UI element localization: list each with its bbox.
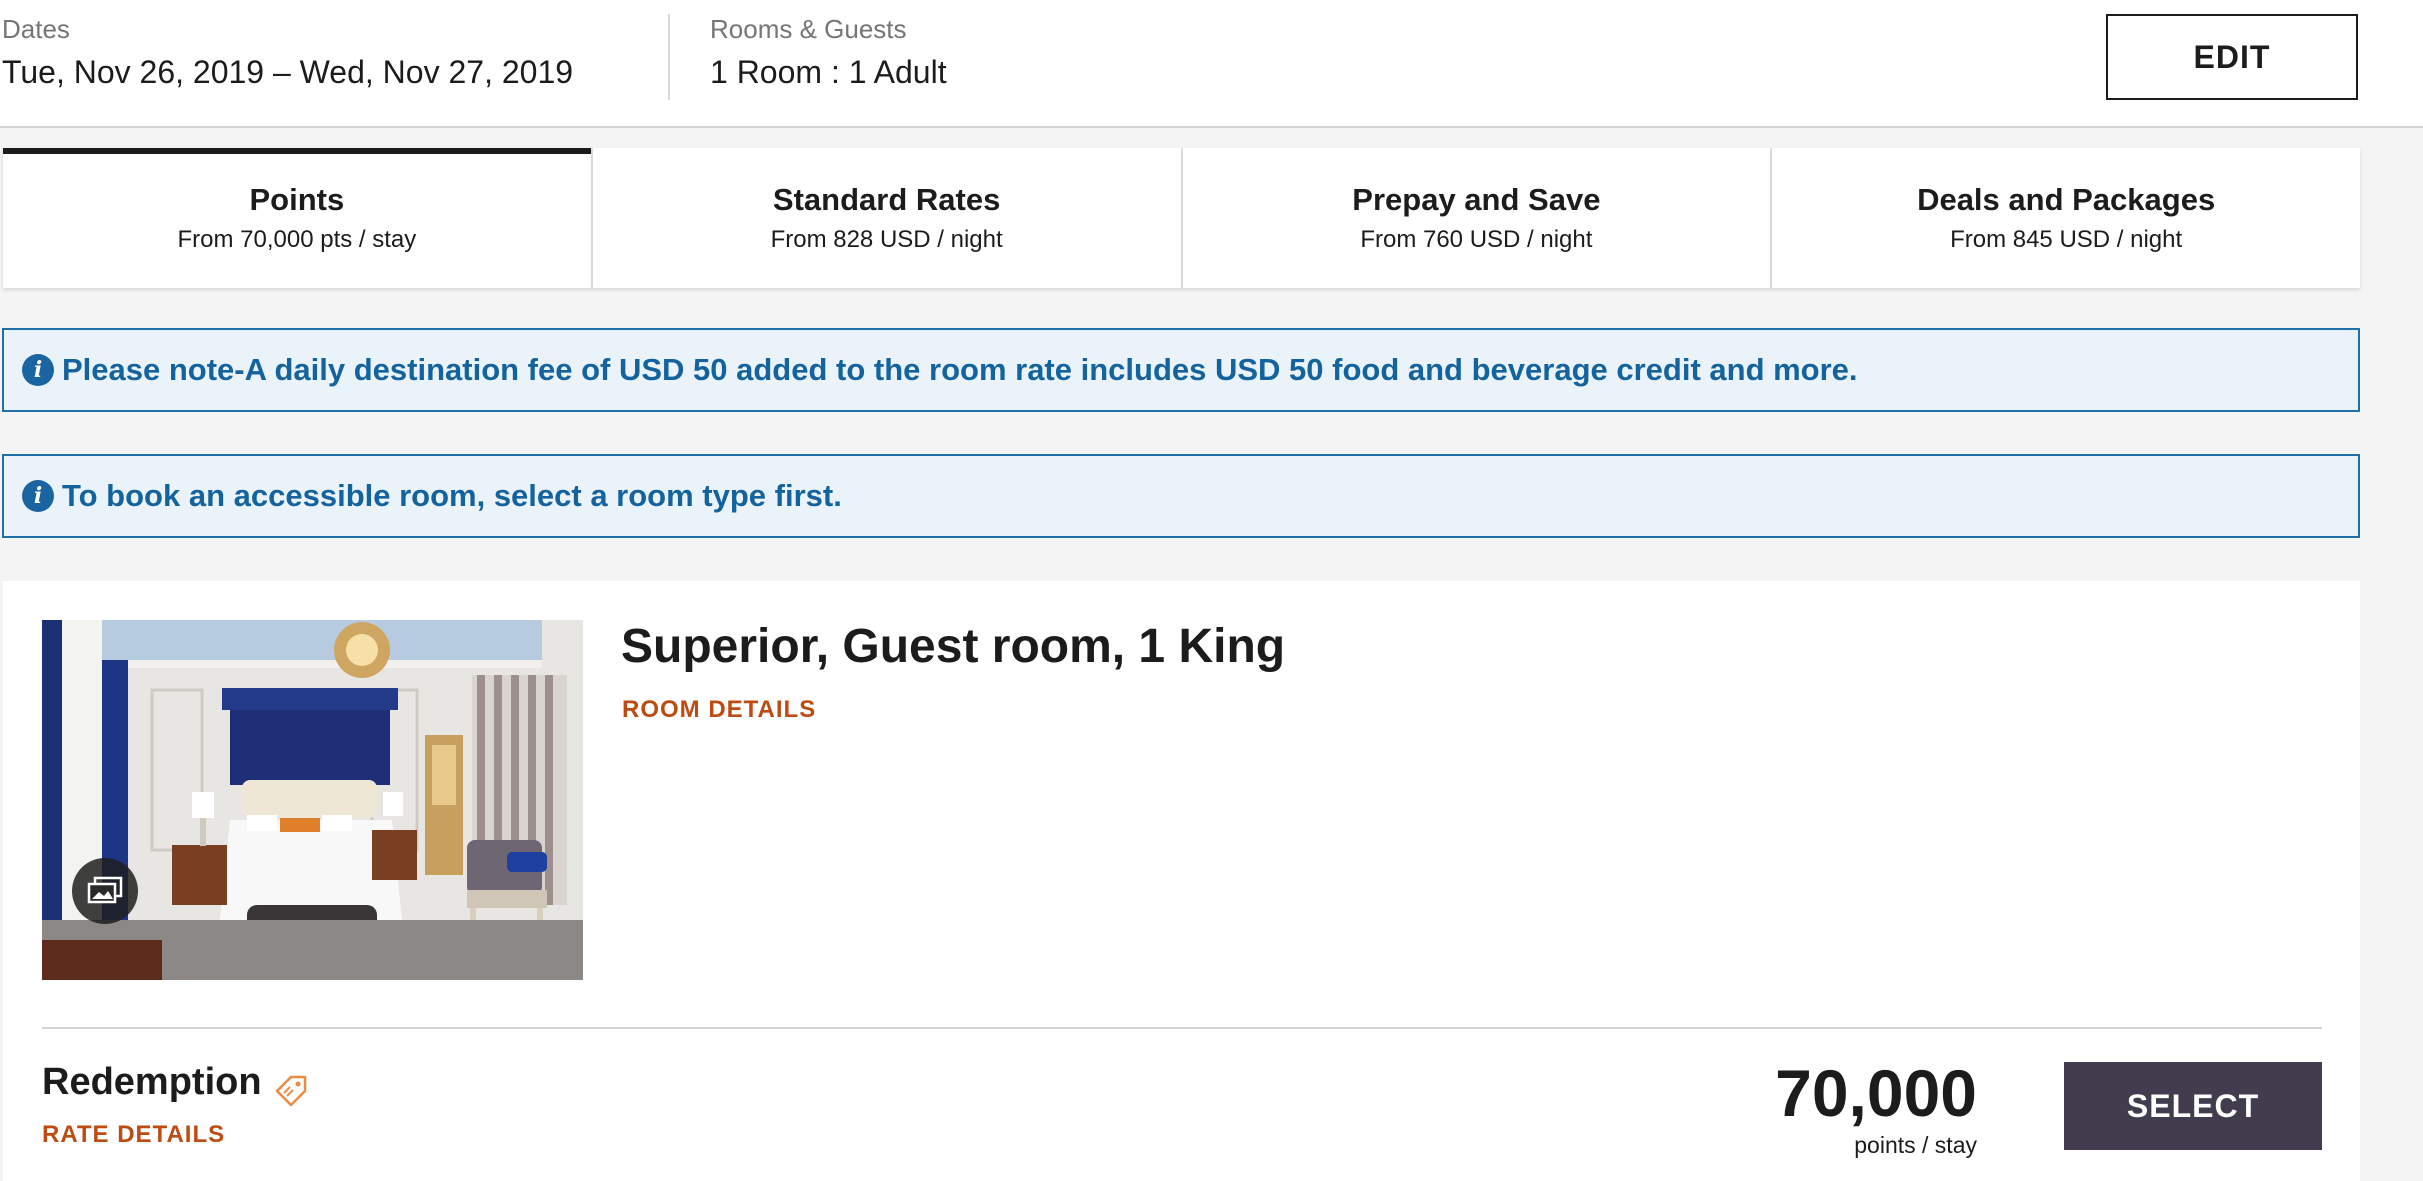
rate-tabs: Points From 70,000 pts / stay Standard R… xyxy=(3,148,2360,288)
tab-points[interactable]: Points From 70,000 pts / stay xyxy=(3,148,593,288)
search-summary-header: Dates Tue, Nov 26, 2019 – Wed, Nov 27, 2… xyxy=(0,0,2423,128)
info-icon: i xyxy=(22,354,54,386)
tab-subtitle: From 760 USD / night xyxy=(1360,226,1593,253)
info-icon: i xyxy=(22,480,54,512)
room-card: Superior, Guest room, 1 King ROOM DETAIL… xyxy=(3,581,2360,1181)
accessible-room-alert: i To book an accessible room, select a r… xyxy=(2,454,2360,538)
tab-title: Standard Rates xyxy=(772,182,1001,217)
tab-title: Points xyxy=(249,182,345,217)
dates-label: Dates xyxy=(2,14,70,44)
tab-prepay-and-save[interactable]: Prepay and Save From 760 USD / night xyxy=(1182,148,1773,288)
price-unit: points / stay xyxy=(1854,1132,1977,1158)
select-button[interactable]: SELECT xyxy=(2064,1062,2322,1150)
alert-text: Please note-A daily destination fee of U… xyxy=(62,352,1858,387)
room-title: Superior, Guest room, 1 King xyxy=(621,620,1286,673)
header-divider xyxy=(668,14,670,100)
photo-gallery-button[interactable] xyxy=(72,858,138,924)
rooms-guests-value: 1 Room : 1 Adult xyxy=(710,54,947,90)
rate-name: Redemption xyxy=(42,1061,262,1103)
card-divider xyxy=(42,1027,2322,1029)
tab-title: Deals and Packages xyxy=(1917,182,2216,217)
destination-fee-alert: i Please note-A daily destination fee of… xyxy=(2,328,2360,412)
tag-icon xyxy=(275,1075,307,1107)
gallery-icon xyxy=(87,876,123,904)
tab-subtitle: From 828 USD / night xyxy=(770,226,1003,253)
edit-button[interactable]: EDIT xyxy=(2106,14,2358,100)
tab-subtitle: From 845 USD / night xyxy=(1950,226,2183,253)
dates-value: Tue, Nov 26, 2019 – Wed, Nov 27, 2019 xyxy=(2,54,574,90)
tab-standard-rates[interactable]: Standard Rates From 828 USD / night xyxy=(592,148,1183,288)
tab-deals-and-packages[interactable]: Deals and Packages From 845 USD / night xyxy=(1772,148,2360,288)
room-photo[interactable] xyxy=(42,620,583,980)
tab-subtitle: From 70,000 pts / stay xyxy=(177,226,417,253)
tab-title: Prepay and Save xyxy=(1352,182,1601,217)
room-photo-image xyxy=(42,620,583,980)
rooms-guests-label: Rooms & Guests xyxy=(710,14,907,44)
room-details-link[interactable]: ROOM DETAILS xyxy=(622,696,816,724)
alert-text: To book an accessible room, select a roo… xyxy=(62,478,842,513)
points-price: 70,000 xyxy=(1775,1056,1977,1130)
rate-details-link[interactable]: RATE DETAILS xyxy=(42,1121,225,1149)
